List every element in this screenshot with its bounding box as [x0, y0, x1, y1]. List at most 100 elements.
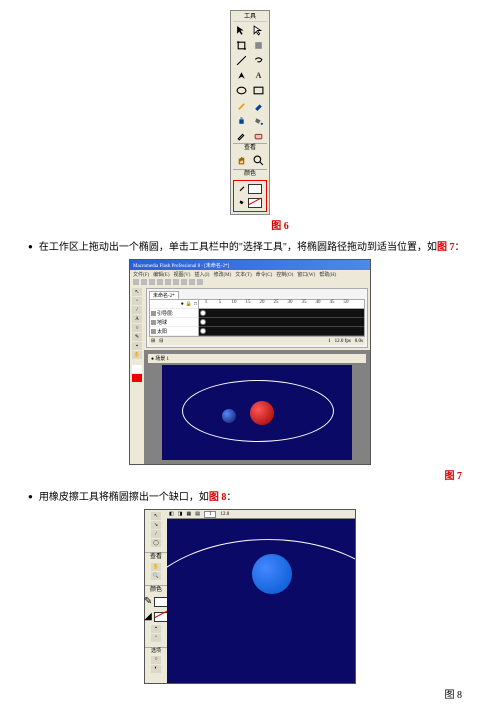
tool-icon[interactable]: ↖ — [132, 288, 142, 296]
canvas[interactable] — [167, 519, 355, 683]
earth-circle[interactable] — [252, 554, 292, 594]
tool-icon[interactable]: ✋ — [132, 351, 142, 359]
toolbar-icon[interactable] — [157, 279, 163, 285]
window-title: Macromedia Flash Professional 8 - [未命名-2… — [133, 262, 229, 269]
toolbar-icon[interactable] — [165, 279, 171, 285]
timeline-track[interactable] — [199, 327, 364, 336]
flash-tool-palette: 工具 A 查看 — [230, 10, 270, 215]
free-transform-tool-icon[interactable] — [233, 38, 249, 52]
palette-label-view: 查看 — [145, 552, 167, 561]
menu-edit[interactable]: 编辑(E) — [153, 271, 169, 278]
figure-7-ref: 图 7 — [437, 242, 455, 253]
fill-bucket-icon — [238, 198, 246, 209]
menubar: 文件(F) 编辑(E) 视图(V) 插入(I) 修改(M) 文本(T) 命令(C… — [130, 270, 370, 278]
window-titlebar: Macromedia Flash Professional 8 - [未命名-2… — [130, 260, 370, 270]
layer-earth[interactable]: 地球 — [150, 318, 198, 327]
toolbar-icon[interactable] — [133, 279, 139, 285]
layer-guide[interactable]: 引导层: — [150, 309, 198, 318]
tool-icon[interactable]: ▫ — [132, 297, 142, 305]
tool-icon[interactable]: A — [132, 315, 142, 323]
option-icon[interactable]: ◐ — [151, 665, 161, 673]
palette-label-color: 颜色 — [233, 169, 267, 178]
stage-header: ● 场景 1 — [148, 354, 366, 363]
tool-icon[interactable]: / — [151, 530, 161, 538]
frame-number: 1 — [204, 511, 217, 518]
paint-bucket-tool-icon[interactable] — [251, 113, 267, 127]
tool-icon[interactable]: ✎ — [132, 333, 142, 341]
oval-tool-icon[interactable] — [233, 83, 249, 97]
timeline-layers: ●🔒□ 引导层: 地球 太阳 — [150, 300, 199, 336]
option-icon[interactable]: ▫ — [151, 634, 161, 642]
screenshot-figure-7: Macromedia Flash Professional 8 - [未命名-2… — [129, 259, 371, 465]
stage-area: ● 场景 1 — [144, 350, 370, 464]
menu-insert[interactable]: 插入(I) — [194, 271, 209, 278]
menu-control[interactable]: 控制(O) — [276, 271, 293, 278]
lasso-tool-icon[interactable] — [251, 53, 267, 67]
figure-8-label: 图 8 — [445, 686, 463, 701]
timeline-track[interactable] — [199, 309, 364, 318]
zoom-tool-icon[interactable] — [251, 154, 267, 168]
stroke-swatch[interactable] — [132, 365, 142, 373]
gradient-transform-tool-icon[interactable] — [251, 38, 267, 52]
toolbar-icon[interactable] — [189, 279, 195, 285]
subselection-tool-icon[interactable] — [251, 23, 267, 37]
tool-icon[interactable]: ▪ — [132, 342, 142, 350]
canvas[interactable] — [162, 365, 352, 460]
fill-color-swatch[interactable] — [248, 198, 262, 208]
document-tab[interactable]: 未命名-2* — [149, 291, 179, 299]
bullet-2-text-b: ： — [226, 492, 236, 503]
stroke-icon: ✎ — [144, 596, 152, 607]
toolbar-icon[interactable] — [173, 279, 179, 285]
menu-modify[interactable]: 修改(M) — [213, 271, 231, 278]
toolbar-icon[interactable] — [149, 279, 155, 285]
eyedropper-tool-icon[interactable] — [233, 128, 249, 142]
fps-value: 12.0 — [220, 512, 229, 517]
menu-help[interactable]: 帮助(H) — [319, 271, 336, 278]
timeline-status: ◧◨▦▤ 1 12.0 — [167, 510, 355, 519]
layer-sun[interactable]: 太阳 — [150, 327, 198, 336]
brush-tool-icon[interactable] — [251, 98, 267, 112]
fill-icon: ◢ — [144, 611, 152, 622]
toolbar-icon[interactable] — [181, 279, 187, 285]
pen-tool-icon[interactable] — [233, 68, 249, 82]
tool-icon[interactable]: / — [132, 306, 142, 314]
menu-view[interactable]: 视图(V) — [174, 271, 191, 278]
side-tool-palette: ↖↘ /◯ 查看 ✋🔍 颜色 ✎ ◢ ▪▫ 选项 ○◐ — [145, 510, 167, 683]
pencil-tool-icon[interactable] — [233, 98, 249, 112]
selection-tool-icon[interactable] — [233, 23, 249, 37]
menu-commands[interactable]: 命令(C) — [256, 271, 273, 278]
fill-color-swatch[interactable] — [154, 612, 168, 622]
text-tool-icon[interactable]: A — [251, 68, 267, 82]
sun-circle[interactable] — [250, 401, 274, 425]
hand-tool-icon[interactable] — [233, 154, 249, 168]
tool-icon[interactable]: ○ — [132, 324, 142, 332]
menu-text[interactable]: 文本(T) — [235, 271, 251, 278]
timeline-frames[interactable]: 15101520253035404550 — [199, 300, 364, 336]
bullet-1-text-b: ： — [455, 242, 465, 253]
eraser-tool-icon[interactable] — [251, 128, 267, 142]
tool-icon[interactable]: ↖ — [151, 512, 161, 520]
toolbar-icon[interactable] — [197, 279, 203, 285]
palette-label-tools: 工具 — [233, 13, 267, 22]
palette-label-view: 查看 — [233, 143, 267, 152]
line-tool-icon[interactable] — [233, 53, 249, 67]
tool-icon[interactable]: ◯ — [151, 539, 161, 547]
ink-bottle-tool-icon[interactable] — [233, 113, 249, 127]
stroke-color-swatch[interactable] — [248, 184, 262, 194]
keyframe-icon[interactable] — [200, 319, 206, 325]
bullet-item-1: ● 在工作区上拖动出一个椭圆，单击工具栏中的"选择工具"，将椭圆路径拖动到适当位… — [28, 240, 472, 255]
toolbar-icon[interactable] — [141, 279, 147, 285]
keyframe-icon[interactable] — [200, 328, 206, 334]
timeline-track[interactable] — [199, 318, 364, 327]
menu-file[interactable]: 文件(F) — [133, 271, 149, 278]
keyframe-icon[interactable] — [200, 310, 206, 316]
menu-window[interactable]: 窗口(W) — [297, 271, 315, 278]
option-icon[interactable]: ○ — [151, 656, 161, 664]
option-icon[interactable]: ▪ — [151, 625, 161, 633]
fill-swatch[interactable] — [132, 374, 142, 382]
hand-tool-icon[interactable]: ✋ — [151, 563, 161, 571]
zoom-tool-icon[interactable]: 🔍 — [151, 572, 161, 580]
scene-label[interactable]: ● 场景 1 — [151, 355, 169, 362]
tool-icon[interactable]: ↘ — [151, 521, 161, 529]
rectangle-tool-icon[interactable] — [251, 83, 267, 97]
